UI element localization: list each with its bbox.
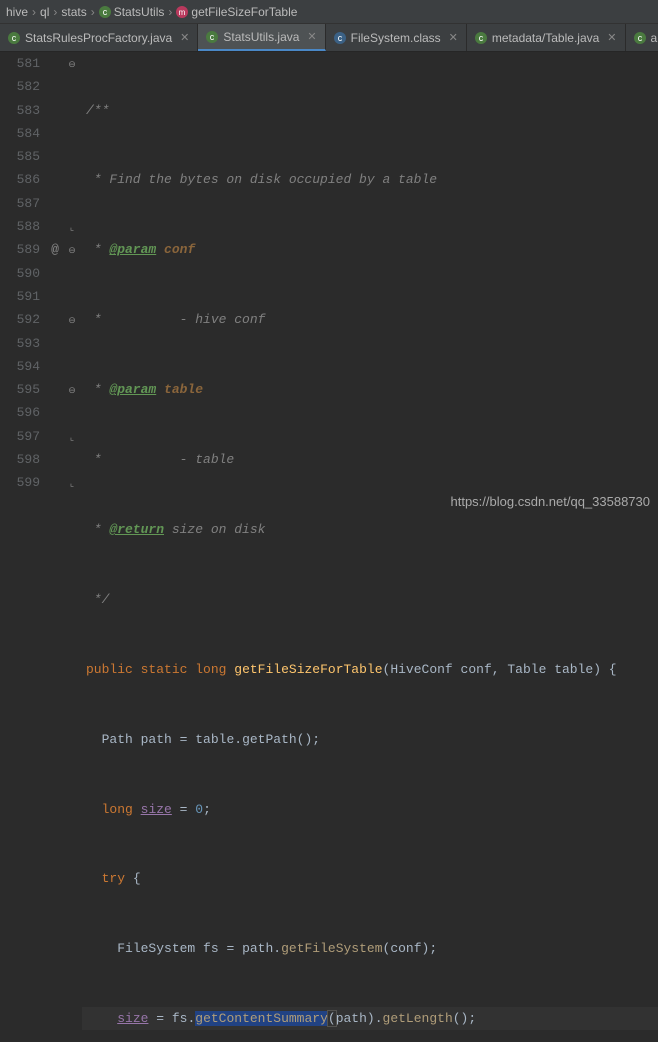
tab-bar: c StatsRulesProcFactory.java ✕ c StatsUt…: [0, 24, 658, 52]
close-icon[interactable]: ✕: [307, 30, 316, 43]
line-gutter: 581 582 583 584 585 586 587 588 589 590 …: [0, 52, 48, 521]
fold-toggle-icon[interactable]: ⊖: [68, 240, 76, 263]
breadcrumb: hive › ql › stats › c StatsUtils › m get…: [0, 0, 658, 24]
fold-end-icon: ⌞: [70, 427, 74, 450]
breadcrumb-item[interactable]: ql: [40, 5, 49, 19]
svg-text:c: c: [337, 33, 342, 43]
watermark: https://blog.csdn.net/qq_33588730: [451, 490, 651, 513]
code-line: * - hive conf: [82, 308, 658, 331]
code-line: * @return size on disk: [82, 518, 658, 541]
code-line: * @param table: [82, 378, 658, 401]
fold-toggle-icon[interactable]: ⊖: [68, 54, 76, 77]
fold-gutter: ⊖ ⌞ ⊖ ⊖ ⊖ ⌞ ⌞: [62, 52, 82, 521]
chevron-right-icon: ›: [53, 5, 57, 19]
chevron-right-icon: ›: [168, 5, 172, 19]
breadcrumb-item[interactable]: c StatsUtils: [99, 5, 165, 19]
code-line: * - table: [82, 448, 658, 471]
code-line: Path path = table.getPath();: [82, 728, 658, 751]
code-line: */: [82, 588, 658, 611]
class-icon: c: [475, 32, 487, 44]
annotation-gutter: @: [48, 52, 62, 521]
chevron-right-icon: ›: [32, 5, 36, 19]
svg-text:c: c: [102, 7, 107, 17]
svg-text:m: m: [179, 8, 186, 17]
svg-text:c: c: [210, 32, 215, 42]
class-file-icon: c: [334, 32, 346, 44]
tab-metadata-table[interactable]: c metadata/Table.java ✕: [467, 24, 626, 51]
class-icon: c: [8, 32, 20, 44]
code-line: long size = 0;: [82, 798, 658, 821]
breadcrumb-item[interactable]: hive: [6, 5, 28, 19]
code-area[interactable]: /** * Find the bytes on disk occupied by…: [82, 52, 658, 521]
code-line: try {: [82, 867, 658, 890]
breadcrumb-item[interactable]: m getFileSizeForTable: [176, 5, 297, 19]
tab-stats-utils[interactable]: c StatsUtils.java ✕: [198, 24, 325, 51]
code-line: /**: [82, 99, 658, 122]
code-line-current: size = fs.getContentSummary(path).getLen…: [82, 1007, 658, 1030]
fold-end-icon: ⌞: [70, 473, 74, 496]
override-marker-icon[interactable]: @: [48, 238, 62, 261]
fold-toggle-icon[interactable]: ⊖: [68, 310, 76, 333]
svg-text:c: c: [637, 33, 642, 43]
close-icon[interactable]: ✕: [180, 31, 189, 44]
code-line: public static long getFileSizeForTable(H…: [82, 658, 658, 681]
class-icon: c: [99, 6, 111, 18]
code-line: FileSystem fs = path.getFileSystem(conf)…: [82, 937, 658, 960]
svg-text:c: c: [12, 33, 17, 43]
fold-toggle-icon[interactable]: ⊖: [68, 380, 76, 403]
breadcrumb-item[interactable]: stats: [61, 5, 86, 19]
tab-stats-rules[interactable]: c StatsRulesProcFactory.java ✕: [0, 24, 198, 51]
fold-end-icon: ⌞: [70, 217, 74, 240]
close-icon[interactable]: ✕: [607, 31, 616, 44]
code-editor[interactable]: 581 582 583 584 585 586 587 588 589 590 …: [0, 52, 658, 521]
code-line: * @param conf: [82, 238, 658, 261]
code-line: * Find the bytes on disk occupied by a t…: [82, 168, 658, 191]
chevron-right-icon: ›: [91, 5, 95, 19]
close-icon[interactable]: ✕: [449, 31, 458, 44]
class-icon: c: [634, 32, 646, 44]
tab-overflow[interactable]: c ap: [626, 24, 658, 51]
svg-text:c: c: [479, 33, 484, 43]
method-icon: m: [176, 6, 188, 18]
class-icon: c: [206, 31, 218, 43]
tab-filesystem[interactable]: c FileSystem.class ✕: [326, 24, 467, 51]
